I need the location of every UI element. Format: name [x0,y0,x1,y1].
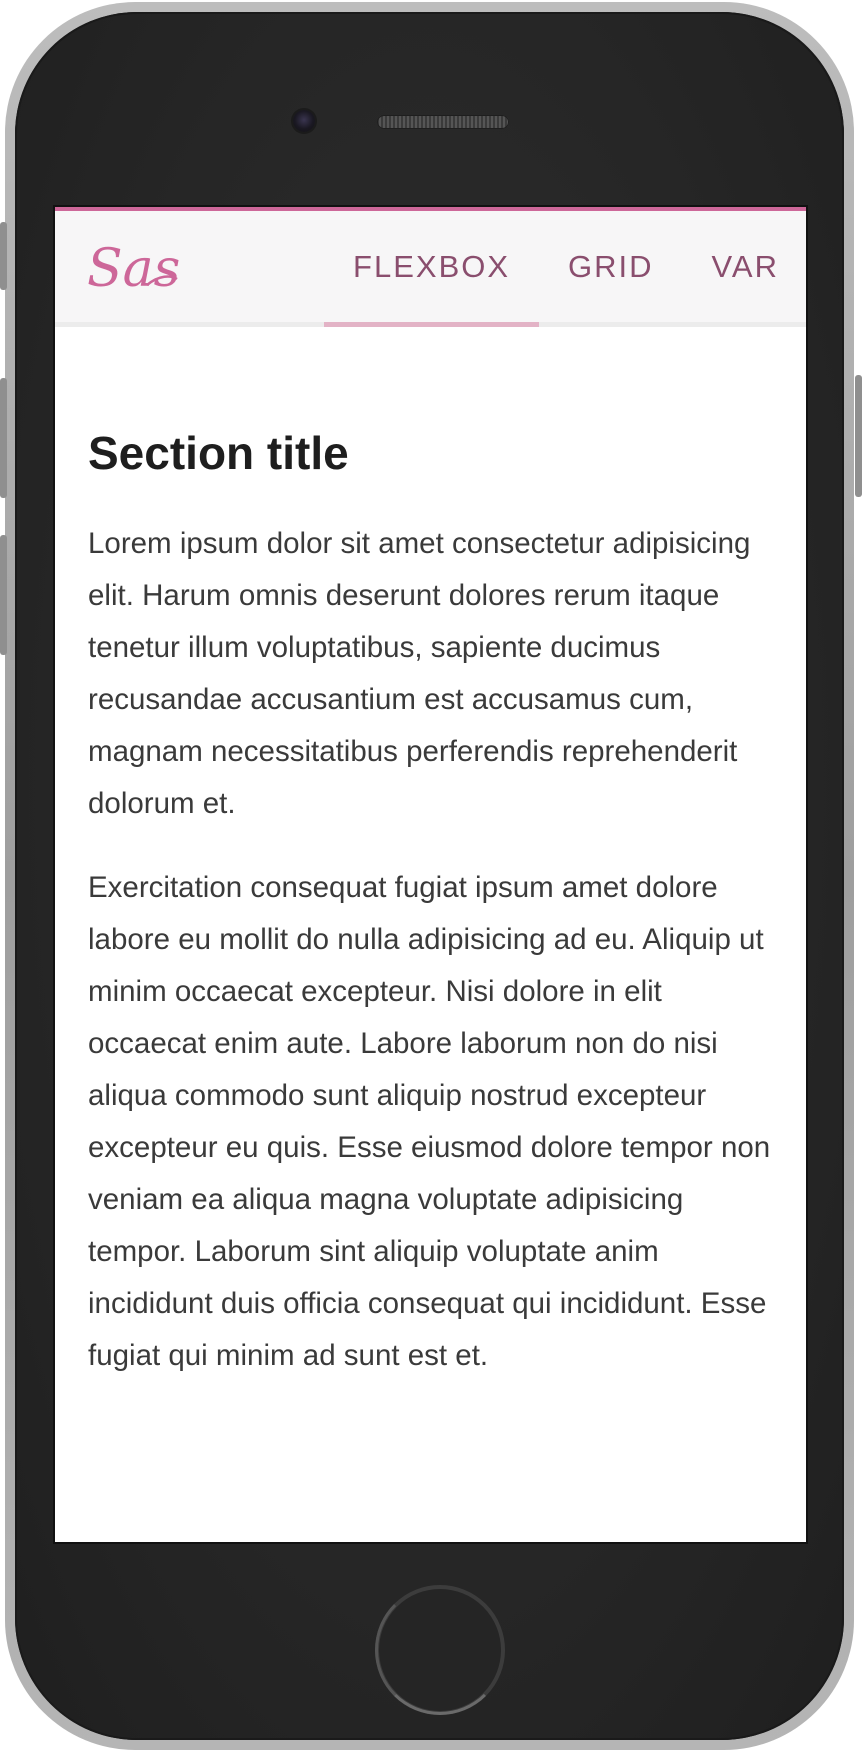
logo-text: Sass [87,239,180,299]
volume-down-button[interactable] [0,535,7,655]
paragraph: Exercitation consequat fugiat ipsum amet… [88,870,771,1372]
front-camera [293,110,315,132]
nav-item-label: VAR [711,248,779,284]
section-title: Section title [88,427,349,479]
earpiece-speaker [377,115,509,129]
nav-item-flexbox[interactable]: FLEXBOX [324,211,540,327]
top-navbar: Sass FLEXBOX GRID VAR [55,207,806,327]
power-button[interactable] [855,375,862,497]
paragraph: Lorem ipsum dolor sit amet consectetur a… [88,526,751,820]
nav-menu: FLEXBOX GRID VAR [324,211,806,327]
mute-switch[interactable] [0,222,7,290]
nav-item-grid[interactable]: GRID [539,211,683,322]
main-content: Section title Lorem ipsum dolor sit amet… [88,427,778,1414]
nav-item-var[interactable]: VAR [683,211,806,322]
sass-logo[interactable]: Sass [85,231,180,303]
volume-up-button[interactable] [0,378,7,498]
home-button[interactable] [375,1585,505,1715]
phone-screen: Sass FLEXBOX GRID VAR Section title Lore… [55,207,806,1542]
nav-item-label: FLEXBOX [353,248,511,284]
nav-item-label: GRID [568,248,654,284]
